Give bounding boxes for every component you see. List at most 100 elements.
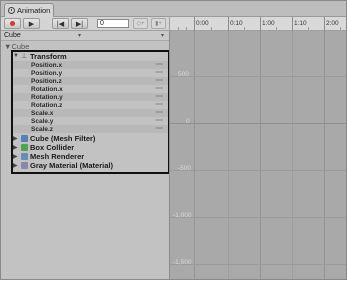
grid-line [170, 264, 346, 265]
curve-toggle-icon[interactable]: ══ [155, 94, 162, 100]
property-row[interactable]: Rotation.z ══ [13, 101, 168, 109]
curve-editor[interactable]: 500 0 -500 -1,000 -1,500 [169, 31, 346, 279]
mesh-filter-icon [21, 134, 28, 142]
ruler-minor-tick [276, 27, 277, 30]
add-event-button[interactable]: ▮+ [151, 18, 166, 29]
property-label: Rotation.z [31, 101, 63, 109]
ruler-label: 1:10 [294, 20, 307, 27]
tab-title: Animation [17, 6, 51, 15]
y-axis-label: 500 [178, 71, 189, 78]
grid-line-zero [170, 123, 346, 124]
property-label: Rotation.x [31, 85, 63, 93]
add-keyframe-button[interactable]: ◇+ [133, 18, 148, 29]
previous-key-button[interactable]: |◀ [52, 18, 69, 29]
object-dropdown-value: Cube [4, 32, 21, 39]
expanded-triangle-icon: ▼ [13, 53, 19, 59]
property-row[interactable]: Rotation.x ══ [13, 85, 168, 93]
property-label: Position.z [31, 77, 62, 85]
frame-input[interactable]: 0 [97, 19, 129, 28]
clock-icon [8, 7, 15, 14]
y-axis-label: -1,000 [173, 212, 192, 219]
mesh-renderer-icon [21, 152, 28, 160]
ruler-tick [194, 17, 195, 31]
y-axis-label: 0 [186, 118, 190, 125]
ruler-minor-tick [244, 27, 245, 30]
ruler-minor-tick [340, 27, 341, 30]
ruler-minor-tick [308, 27, 309, 30]
component-row-mesh-filter[interactable]: ▶ Cube (Mesh Filter) [13, 133, 168, 143]
step-back-icon: |◀ [56, 20, 65, 28]
grid-line [292, 31, 293, 279]
grid-line [324, 31, 325, 279]
ruler-tick [228, 17, 229, 31]
ruler-minor-tick [178, 27, 179, 30]
grid-line [170, 170, 346, 171]
collapsed-triangle-icon: ▶ [13, 162, 18, 169]
grid-line [170, 76, 346, 77]
property-row[interactable]: Position.z ══ [13, 77, 168, 85]
curve-toggle-icon[interactable]: ══ [155, 62, 162, 68]
event-icon: ▮+ [155, 21, 162, 27]
ruler-tick [260, 17, 261, 31]
property-label: Position.y [31, 69, 63, 77]
chevron-down-icon: ▾ [160, 33, 164, 39]
curve-toggle-icon[interactable]: ══ [155, 118, 162, 124]
property-label: Scale.x [31, 109, 54, 117]
tab-animation[interactable]: Animation [4, 3, 54, 17]
tab-bar: Animation [1, 1, 346, 17]
grid-line [170, 217, 346, 218]
component-row-material[interactable]: ▶ Gray Material (Material) [13, 160, 168, 170]
object-dropdown[interactable]: Cube ▾ [4, 32, 84, 40]
property-row[interactable]: Rotation.y ══ [13, 93, 168, 101]
y-axis-label: -500 [178, 165, 192, 172]
component-row-mesh-renderer[interactable]: ▶ Mesh Renderer [13, 151, 168, 161]
curve-toggle-icon[interactable]: ══ [155, 70, 162, 76]
clip-dropdown[interactable]: ▾ [87, 32, 167, 40]
property-row[interactable]: Scale.z ══ [13, 125, 168, 133]
collapsed-triangle-icon: ▶ [13, 135, 18, 142]
chevron-down-icon: ▾ [77, 33, 81, 39]
curve-toggle-icon[interactable]: ══ [155, 86, 162, 92]
curve-toggle-icon[interactable]: ══ [155, 126, 162, 132]
next-key-button[interactable]: ▶| [71, 18, 88, 29]
property-label: Position.x [31, 61, 63, 69]
record-button[interactable] [4, 18, 21, 29]
ruler-label: 0:10 [230, 20, 243, 27]
grid-line [228, 31, 229, 279]
ruler-label: 0:00 [196, 20, 209, 27]
curve-toggle-icon[interactable]: ══ [155, 78, 162, 84]
ruler-minor-tick [211, 27, 212, 30]
component-label: Cube (Mesh Filter) [30, 133, 96, 143]
ruler-minor-tick [186, 27, 187, 30]
play-button[interactable]: ▶ [23, 18, 40, 29]
property-label: Rotation.y [31, 93, 63, 101]
component-label: Mesh Renderer [30, 151, 85, 161]
object-selector-row: Cube ▾ ▾ [1, 31, 169, 41]
ruler-tick [292, 17, 293, 31]
collapsed-triangle-icon: ▶ [13, 153, 18, 160]
box-collider-icon [21, 143, 28, 151]
timeline-ruler[interactable]: 0:00 0:10 1:00 1:10 2:00 [169, 17, 346, 31]
transform-label: Transform [30, 51, 67, 61]
transform-icon: ⊥ [21, 52, 28, 60]
property-row[interactable]: Position.y ══ [13, 69, 168, 77]
component-label: Gray Material (Material) [30, 160, 113, 170]
component-label: Box Collider [30, 142, 75, 152]
property-row[interactable]: Scale.x ══ [13, 109, 168, 117]
collapsed-triangle-icon: ▶ [13, 144, 18, 151]
property-hierarchy: ▼Cube ▼ ⊥ Transform Position.x ══ Positi… [1, 41, 170, 279]
curve-toggle-icon[interactable]: ══ [155, 102, 162, 108]
component-row-box-collider[interactable]: ▶ Box Collider [13, 142, 168, 152]
property-row[interactable]: Scale.y ══ [13, 117, 168, 125]
play-icon: ▶ [28, 20, 35, 28]
curve-toggle-icon[interactable]: ══ [155, 110, 162, 116]
y-axis-label: -1,500 [173, 259, 192, 266]
ruler-label: 1:00 [262, 20, 275, 27]
material-icon [21, 161, 28, 169]
transform-row[interactable]: ▼ ⊥ Transform [13, 51, 168, 61]
step-forward-icon: ▶| [75, 20, 84, 28]
ruler-tick [324, 17, 325, 31]
property-row[interactable]: Position.x ══ [13, 61, 168, 69]
grid-line [194, 31, 195, 279]
animation-window: Animation ▶ |◀ ▶| 0 ◇+ ▮+ 0:00 0:10 1:00… [0, 0, 347, 280]
